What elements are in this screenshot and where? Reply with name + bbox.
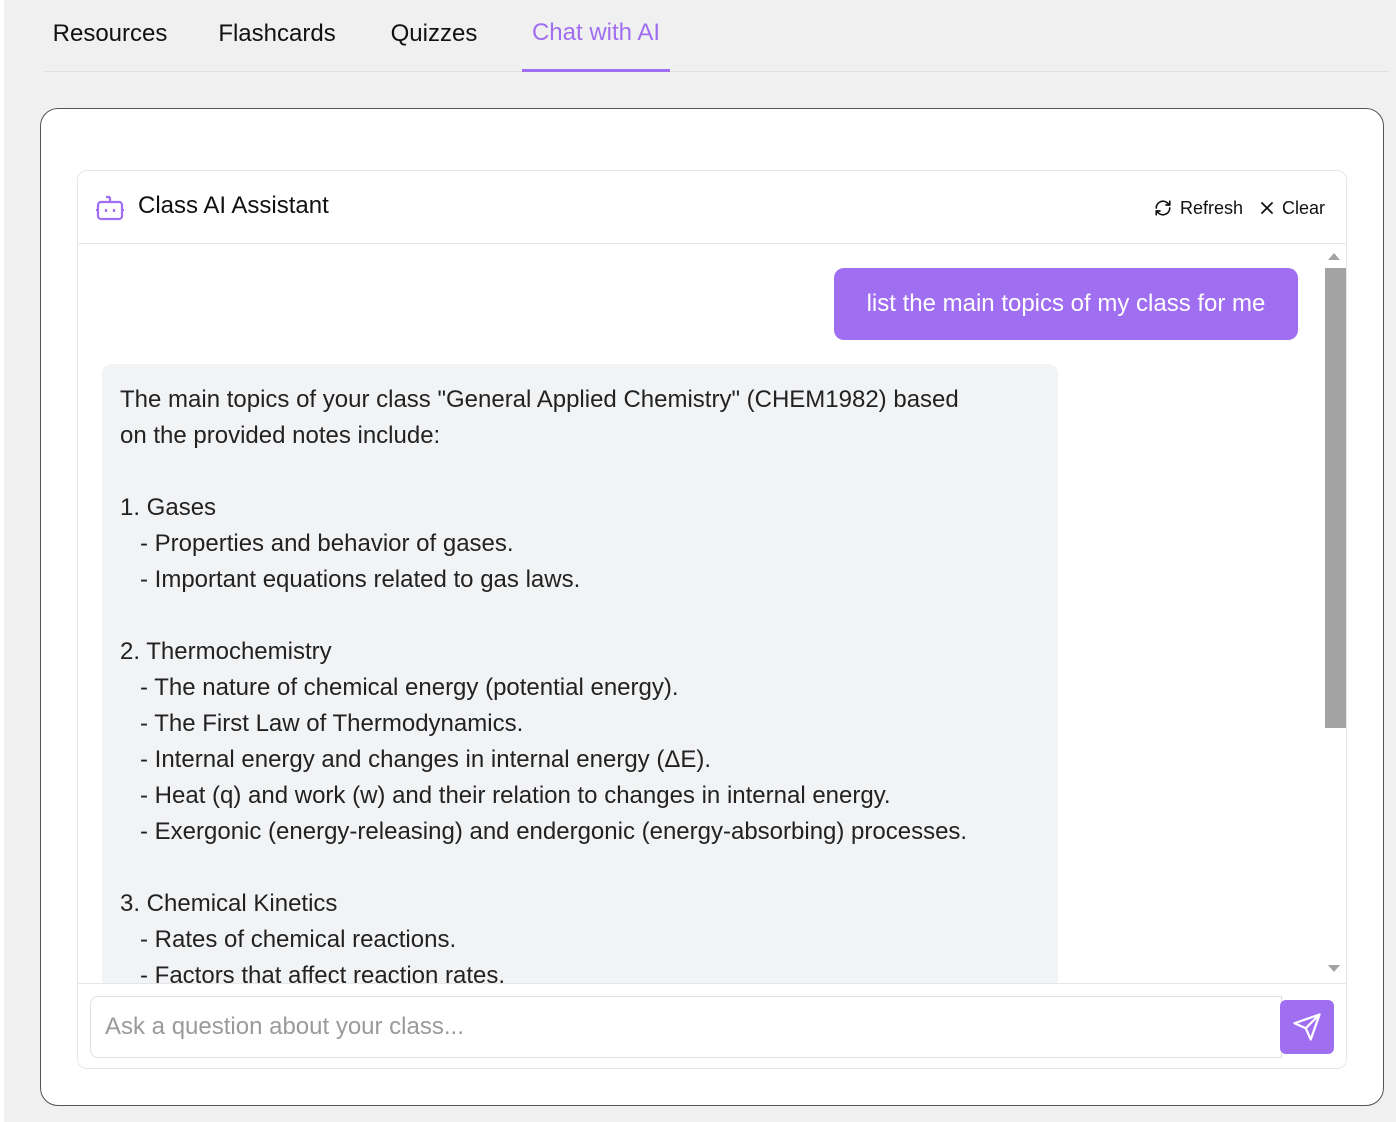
scrollbar-thumb[interactable]: [1325, 268, 1346, 728]
user-message: list the main topics of my class for me: [834, 268, 1298, 340]
refresh-button[interactable]: Refresh: [1154, 195, 1243, 221]
page: Resources Flashcards Quizzes Chat with A…: [4, 0, 1396, 1122]
tab-label: Quizzes: [390, 20, 478, 47]
scrollbar[interactable]: [1322, 245, 1346, 983]
robot-icon: [96, 195, 124, 221]
tab-label: Resources: [52, 20, 168, 47]
assistant-message: The main topics of your class "General A…: [102, 364, 1058, 983]
tab-chat-with-ai[interactable]: Chat with AI: [522, 0, 670, 72]
refresh-label: Refresh: [1180, 197, 1244, 218]
chat-header: Class AI Assistant Refresh Clear: [78, 171, 1346, 244]
input-area: [78, 983, 1346, 1068]
chat-title: Class AI Assistant: [138, 192, 329, 219]
tab-resources[interactable]: Resources: [44, 0, 176, 72]
tab-flashcards[interactable]: Flashcards: [210, 0, 344, 72]
send-icon: [1293, 1013, 1321, 1041]
tab-label: Chat with AI: [531, 19, 661, 46]
scroll-down-arrow[interactable]: [1328, 965, 1340, 972]
close-icon: [1261, 202, 1273, 214]
tab-bar: Resources Flashcards Quizzes Chat with A…: [44, 0, 1389, 72]
clear-button[interactable]: Clear: [1260, 195, 1325, 221]
message-list[interactable]: list the main topics of my class for me …: [78, 245, 1346, 983]
tab-quizzes[interactable]: Quizzes: [384, 0, 484, 72]
clear-label: Clear: [1282, 197, 1326, 218]
tab-label: Flashcards: [218, 20, 336, 47]
chat-input[interactable]: [90, 996, 1282, 1058]
refresh-icon: [1155, 200, 1171, 216]
scroll-up-arrow[interactable]: [1328, 253, 1340, 260]
send-button[interactable]: [1280, 1000, 1334, 1054]
chat-panel: Class AI Assistant Refresh Clear list th…: [77, 170, 1347, 1069]
content-card: Class AI Assistant Refresh Clear list th…: [40, 108, 1384, 1106]
